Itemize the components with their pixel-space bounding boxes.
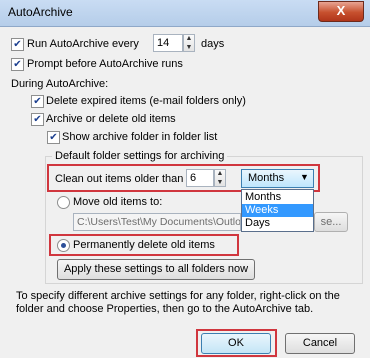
spin-up-icon[interactable]: ▲	[184, 35, 194, 43]
prompt-before-label: Prompt before AutoArchive runs	[27, 58, 183, 70]
apply-to-all-folders-button[interactable]: Apply these settings to all folders now	[57, 259, 255, 280]
default-settings-label: Default folder settings for archiving	[52, 150, 228, 162]
move-old-items-radio[interactable]	[57, 196, 70, 209]
unit-dropdown-list: Months Weeks Days	[241, 189, 314, 232]
permanently-delete-label: Permanently delete old items	[73, 239, 215, 251]
run-days-stepper[interactable]: ▲ ▼	[183, 34, 195, 52]
radio-selected-dot	[61, 243, 66, 248]
spin-down-icon[interactable]: ▼	[215, 179, 225, 187]
archive-old-label: Archive or delete old items	[46, 113, 176, 125]
move-old-items-label: Move old items to:	[73, 196, 163, 208]
run-autoarchive-checkbox[interactable]: ✔	[11, 38, 24, 51]
archive-path-field[interactable]: C:\Users\Test\My Documents\Outlo	[73, 213, 241, 231]
during-autoarchive-label: During AutoArchive:	[11, 78, 109, 90]
clean-out-unit-select[interactable]: Months ▼	[241, 169, 314, 188]
close-button[interactable]: X	[318, 1, 364, 22]
chevron-down-icon[interactable]: ▼	[300, 172, 309, 182]
unit-option-days[interactable]: Days	[242, 217, 313, 230]
help-text: To specify different archive settings fo…	[16, 290, 340, 315]
unit-option-weeks[interactable]: Weeks	[242, 204, 313, 217]
spin-up-icon[interactable]: ▲	[215, 170, 225, 178]
run-days-input[interactable]: 14	[153, 34, 183, 52]
show-archive-folder-checkbox[interactable]: ✔	[47, 131, 60, 144]
cancel-button[interactable]: Cancel	[285, 333, 355, 354]
spin-down-icon[interactable]: ▼	[184, 44, 194, 52]
window-title: AutoArchive	[8, 5, 73, 19]
archive-old-checkbox[interactable]: ✔	[31, 113, 44, 126]
run-autoarchive-label: Run AutoArchive every	[27, 38, 139, 50]
clean-out-age-stepper[interactable]: ▲ ▼	[214, 169, 226, 187]
ok-button[interactable]: OK	[201, 333, 271, 354]
prompt-before-checkbox[interactable]: ✔	[11, 58, 24, 71]
browse-button[interactable]: se...	[314, 212, 348, 232]
show-archive-folder-label: Show archive folder in folder list	[62, 131, 218, 143]
unit-option-months[interactable]: Months	[242, 191, 313, 204]
clean-out-age-input[interactable]: 6	[186, 169, 214, 187]
clean-out-label: Clean out items older than	[55, 173, 184, 185]
permanently-delete-radio[interactable]	[57, 239, 70, 252]
delete-expired-label: Delete expired items (e-mail folders onl…	[46, 95, 246, 107]
days-label: days	[201, 38, 225, 50]
unit-select-value: Months	[248, 172, 285, 184]
delete-expired-checkbox[interactable]: ✔	[31, 95, 44, 108]
